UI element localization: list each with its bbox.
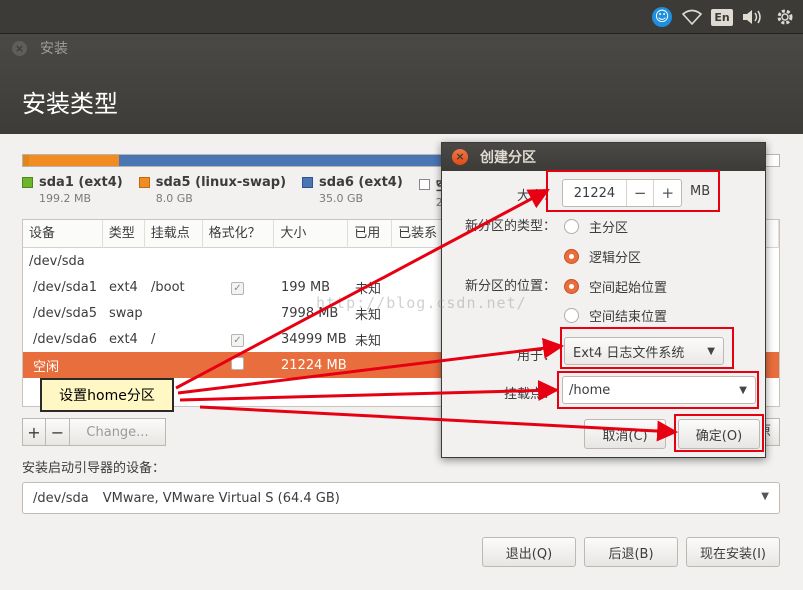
partition-tools: + − Change... [22,418,166,446]
legend-name: sda1 (ext4) [39,175,123,190]
legend-item-sda6: sda6 (ext4) 35.0 GB [302,175,403,209]
partition-legend: sda1 (ext4) 199.2 MB sda5 (linux-swap) 8… [22,175,478,209]
cell-device: /dev/sda5 [33,305,97,321]
page-title: 安装类型 [22,90,118,118]
highlight-box-use-as [560,327,734,369]
partition-type-label: 新分区的类型： [464,219,556,234]
legend-name: sda6 (ext4) [319,175,403,190]
boot-device-path: /dev/sda [33,490,89,506]
radio-indicator [564,279,579,294]
quit-button[interactable]: 退出(Q) [482,537,576,567]
radio-position-end[interactable]: 空间结束位置 [564,306,667,325]
cell-size: 34999 MB [281,331,347,347]
radio-primary-partition[interactable]: 主分区 [564,217,628,236]
highlight-box-size [546,170,720,212]
dialog-title: 创建分区 [480,150,536,166]
boot-device-label: 安装启动引导器的设备： [22,461,166,476]
legend-size: 199.2 MB [39,192,92,205]
size-label: 大小： [516,189,556,204]
back-button[interactable]: 后退(B) [584,537,678,567]
legend-swatch [302,177,314,188]
wifi-icon[interactable] [677,0,707,34]
format-checkbox[interactable] [231,356,244,370]
window-title: 安装 [40,41,68,57]
partition-bar-segment-sda5 [29,155,119,166]
radio-indicator [564,308,579,323]
cell-format: ✓ [203,280,275,295]
install-now-button[interactable]: 现在安装(I) [686,537,780,567]
radio-indicator [564,219,579,234]
window-close-icon[interactable]: × [12,41,27,56]
cell-type: ext4 [109,279,138,295]
highlight-box-ok [674,414,764,452]
window-header: × 安装 安装类型 [0,34,803,134]
legend-swatch [138,177,150,188]
legend-item-sda5: sda5 (linux-swap) 8.0 GB [138,175,287,209]
legend-size: 35.0 GB [319,192,364,205]
column-header-device[interactable]: 设备 [23,220,103,248]
cell-type: ext4 [109,331,138,347]
watermark-text: http://blog.csdn.net/ [316,294,527,312]
format-checkbox[interactable]: ✓ [231,333,244,347]
remove-partition-button[interactable]: − [46,418,70,446]
annotation-callout: 设置home分区 [40,378,174,412]
boot-device-description: VMware, VMware Virtual S (64.4 GB) [102,490,340,506]
dialog-cancel-button[interactable]: 取消(C) [584,419,666,449]
column-header-format[interactable]: 格式化？ [203,220,275,248]
system-tray: ☺ En [647,0,803,34]
radio-label: 空间结束位置 [589,310,668,325]
column-header-type[interactable]: 类型 [103,220,145,248]
cell-mount: / [151,331,156,347]
cell-type: swap [109,305,143,321]
column-header-size[interactable]: 大小 [274,220,349,248]
volume-icon[interactable] [737,0,767,34]
cell-format: ✓ [203,332,275,347]
cell-size: 199 MB [281,279,331,295]
highlight-box-mount-point [557,371,759,409]
cell-device: /dev/sda1 [33,279,97,295]
cell-device: 空闲 [33,359,60,375]
boot-device-select[interactable]: /dev/sda VMware, VMware Virtual S (64.4 … [22,482,780,514]
cell-mount: /boot [151,279,185,295]
legend-swatch [418,179,430,190]
dialog-close-icon[interactable]: × [452,149,468,165]
partition-position-label: 新分区的位置： [464,279,556,294]
cell-used: 未知 [355,333,382,349]
column-header-mount[interactable]: 挂载点 [145,220,203,248]
dialog-titlebar: × 创建分区 [442,143,765,171]
legend-swatch [22,177,33,188]
radio-label: 主分区 [589,221,629,236]
radio-label: 空间起始位置 [589,281,668,296]
partition-bar-segment-sda6 [119,155,449,166]
change-partition-button[interactable]: Change... [70,418,166,446]
mount-point-label: 挂载点： [503,387,556,402]
keyboard-layout-label: En [711,8,733,26]
cell-format [203,356,275,374]
radio-logical-partition[interactable]: 逻辑分区 [564,247,641,266]
column-header-used[interactable]: 已用 [348,220,393,248]
legend-name: sda5 (linux-swap) [155,175,287,190]
radio-position-start[interactable]: 空间起始位置 [564,277,667,296]
radio-label: 逻辑分区 [589,251,642,266]
legend-item-sda1: sda1 (ext4) 199.2 MB [22,175,123,209]
format-checkbox[interactable]: ✓ [231,281,244,295]
add-partition-button[interactable]: + [22,418,46,446]
legend-size: 8.0 GB [155,192,193,205]
keyboard-layout-indicator[interactable]: En [707,0,737,34]
radio-indicator [564,249,579,264]
cell-size: 21224 MB [281,357,347,373]
cell-device: /dev/sda [29,253,85,269]
accessibility-icon[interactable]: ☺ [647,0,677,34]
settings-gear-icon[interactable] [767,0,803,34]
dropdown-arrow-icon: ▼ [761,491,769,502]
top-panel: ☺ En [0,0,803,34]
use-as-label: 用于： [516,349,556,364]
cell-device: /dev/sda6 [33,331,97,347]
